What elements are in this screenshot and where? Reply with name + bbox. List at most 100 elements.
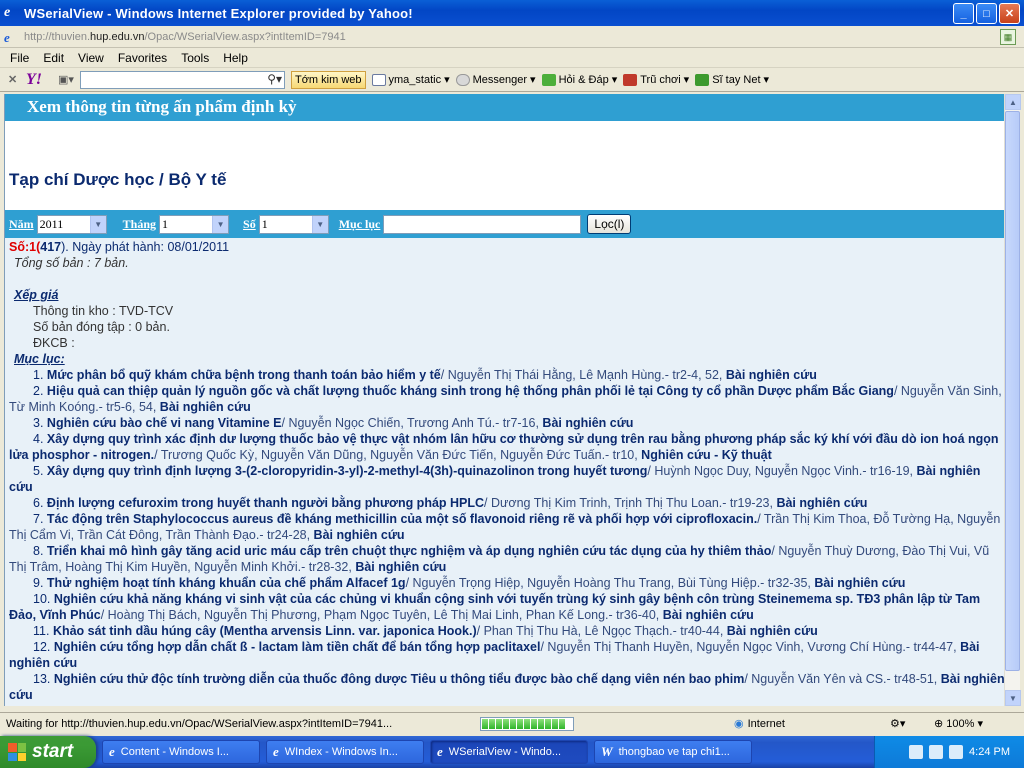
article-title[interactable]: Nghiên cứu thử độc tính trường diễn của … [54,672,744,686]
menu-help[interactable]: Help [223,51,248,65]
yahoo-logo-icon[interactable]: Y! [26,71,52,89]
scroll-thumb[interactable] [1005,111,1020,671]
article-authors: / Hoàng Thị Bách, Nguyễn Thị Phương, Phạ… [100,608,663,622]
toolbar-item-handbook[interactable]: Sĩ tay Net ▾ [695,73,769,86]
chevron-down-icon[interactable]: ▼ [311,215,328,233]
chevron-down-icon[interactable]: ▼ [89,215,106,233]
windows-logo-icon [8,743,26,761]
scroll-up-icon[interactable]: ▲ [1005,94,1021,110]
article-title[interactable]: Nghiên cứu tổng hợp dẫn chất ß - lactam … [54,640,541,654]
month-select[interactable]: 1 ▼ [159,214,230,234]
vertical-scrollbar[interactable]: ▲ ▼ [1004,94,1021,706]
article-number: 7. [33,512,44,526]
year-select[interactable]: 2011 ▼ [36,214,107,234]
article-type: Bài nghiên cứu [776,496,868,510]
menu-file[interactable]: File [10,51,29,65]
network-icon[interactable] [949,745,964,759]
task-word-doc[interactable]: Wthongbao ve tap chi1... [594,740,752,764]
article-authors: / Trương Quốc Kỳ, Nguyễn Văn Dũng, Nguyễ… [154,448,642,462]
toolbar-item-answers[interactable]: Hỏi & Đáp ▾ [541,73,617,86]
minimize-button[interactable]: _ [953,3,974,24]
toc-heading: Mục lục: [14,352,65,366]
ie-icon: e [273,744,279,759]
article-item: 8. Triển khai mô hình gây tăng acid uric… [9,543,1004,575]
status-message: Waiting for http://thuvien.hup.edu.vn/Op… [6,717,393,730]
web-search-button[interactable]: Tớm kim web [291,70,366,89]
article-title[interactable]: Xây dựng quy trình định lượng 3-(2-cloro… [47,464,647,478]
article-item: 3. Nghiên cứu bào chế vi nang Vitamine E… [9,415,1004,431]
article-title[interactable]: Tác động trên Staphylococcus aureus đề k… [47,512,757,526]
article-number: 1. [33,368,44,382]
chevron-down-icon[interactable]: ▼ [212,215,229,233]
article-type: Bài nghiên cứu [814,576,906,590]
zoom-level[interactable]: ⊕ 100% ▾ [934,717,983,730]
page-header: Xem thông tin từng ấn phẩm định kỳ [5,94,1004,121]
yahoo-search-input[interactable]: ⚲▾ [80,70,285,89]
toolbar-item-label: yma_static [388,73,442,86]
article-title[interactable]: Triển khai mô hình gây tăng acid uric má… [47,544,771,558]
menu-view[interactable]: View [78,51,104,65]
address-bar[interactable]: e http://thuvien.hup.edu.vn/Opac/WSerial… [0,26,1024,48]
article-type: Bài nghiên cứu [313,528,405,542]
article-number: 8. [33,544,44,558]
close-button[interactable]: ✕ [999,3,1020,24]
scroll-down-icon[interactable]: ▼ [1005,690,1021,706]
start-button[interactable]: start [0,736,96,768]
menu-tools[interactable]: Tools [181,51,209,65]
article-number: 13. [33,672,51,686]
article-item: 13. Nghiên cứu thử độc tính trường diễn … [9,671,1004,703]
toolbar-item-label: Trũ chơi [640,73,681,86]
maximize-button[interactable]: □ [976,3,997,24]
article-title[interactable]: Khảo sát tinh dầu húng cây (Mentha arven… [53,624,477,638]
task-wserialview[interactable]: e WSerialView - Windo... [430,740,588,764]
article-title[interactable]: Thử nghiệm hoạt tính kháng khuẩn của chế… [47,576,406,590]
menu-edit[interactable]: Edit [43,51,64,65]
article-title[interactable]: Định lượng cefuroxim trong huyết thanh n… [47,496,484,510]
issue-select[interactable]: 1 ▼ [258,214,329,234]
article-number: 2. [33,384,44,398]
article-type: Bài nghiên cứu [662,608,754,622]
toc-search-input[interactable] [383,214,582,234]
article-title[interactable]: Hiệu quả can thiệp quản lý nguồn gốc và … [47,384,894,398]
filter-button[interactable]: Lọc(l) [587,214,632,234]
protected-mode-icon[interactable]: ⚙▾ [890,717,905,730]
address-url[interactable]: http://thuvien.hup.edu.vn/Opac/WSerialVi… [24,31,346,43]
security-zone[interactable]: ◉ Internet [734,717,785,731]
article-authors: / Nguyễn Văn Yên và CS.- tr48-51, [744,672,941,686]
status-bar: Waiting for http://thuvien.hup.edu.vn/Op… [0,712,1024,734]
article-type: Bài nghiên cứu [159,400,251,414]
task-label: WIndex - Windows In... [284,746,398,758]
task-content[interactable]: e Content - Windows I... [102,740,260,764]
menu-favorites[interactable]: Favorites [118,51,167,65]
article-item: 12. Nghiên cứu tổng hợp dẫn chất ß - lac… [9,639,1004,671]
compat-view-icon[interactable]: ▦ [1000,29,1016,45]
article-item: 6. Định lượng cefuroxim trong huyết than… [9,495,1004,511]
toolbar-item-yma[interactable]: yma_static ▾ [371,73,450,86]
toolbar-menu-icon[interactable]: ▣▾ [58,73,74,86]
clock[interactable]: 4:24 PM [969,746,1010,758]
games-icon [623,73,638,86]
close-toolbar-icon[interactable]: ✕ [8,73,20,86]
toolbar-item-label: Sĩ tay Net [712,73,761,86]
page-content: Xem thông tin từng ấn phẩm định kỳ Tạp c… [4,94,1004,706]
issue-number: Số:1 [9,240,37,254]
volume-icon[interactable] [929,745,944,759]
search-icon[interactable]: ⚲▾ [267,72,282,86]
article-title[interactable]: Nghiên cứu bào chế vi nang Vitamine E [47,416,282,430]
article-item: 11. Khảo sát tinh dầu húng cây (Mentha a… [9,623,1004,639]
release-date: ). Ngày phát hành: 08/01/2011 [61,240,230,254]
toolbar-item-messenger[interactable]: Messenger ▾ [455,73,536,86]
article-authors: / Huỳnh Ngọc Duy, Nguyễn Ngọc Vinh.- tr1… [647,464,917,478]
bound-copies: Số bản đóng tập : 0 bản. [33,320,170,334]
shelving-heading: Xếp giá [14,288,59,302]
article-item: 10. Nghiên cứu khả năng kháng vi sinh vậ… [9,591,1004,623]
article-title[interactable]: Mức phân bổ quỹ khám chữa bệnh trong tha… [47,368,441,382]
task-label: Content - Windows I... [120,746,229,758]
issue-value: 1 [261,216,268,231]
window-titlebar[interactable]: e WSerialView - Windows Internet Explore… [0,0,1024,26]
article-list: 1. Mức phân bổ quỹ khám chữa bệnh trong … [9,367,1004,703]
globe-icon: ◉ [734,718,744,730]
help-icon[interactable] [909,745,924,759]
toolbar-item-games[interactable]: Trũ chơi ▾ [623,73,689,86]
task-windex[interactable]: e WIndex - Windows In... [266,740,424,764]
